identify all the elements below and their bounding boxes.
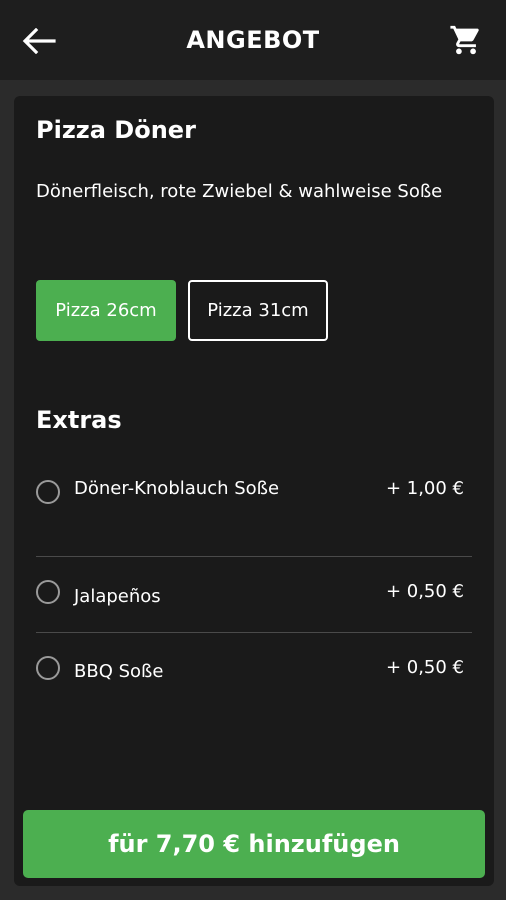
divider	[36, 556, 472, 557]
product-name: Pizza Döner	[36, 116, 196, 144]
extra-item[interactable]: Döner-Knoblauch Soße + 1,00 €	[36, 474, 472, 534]
back-button[interactable]	[20, 22, 58, 60]
arrow-left-icon	[22, 28, 56, 54]
extras-heading: Extras	[36, 406, 122, 434]
size-option-26cm[interactable]: Pizza 26cm	[36, 280, 176, 341]
extra-label: Jalapeños	[74, 586, 161, 607]
cart-button[interactable]	[446, 20, 486, 60]
product-description: Dönerfleisch, rote Zwiebel & wahlweise S…	[36, 181, 443, 202]
app-bar: ANGEBOT	[0, 0, 506, 80]
extra-price: + 1,00 €	[385, 478, 464, 499]
page-title: ANGEBOT	[186, 26, 320, 54]
divider	[36, 632, 472, 633]
size-option-31cm[interactable]: Pizza 31cm	[188, 280, 328, 341]
radio-button[interactable]	[36, 480, 60, 504]
radio-button[interactable]	[36, 656, 60, 680]
extra-label: BBQ Soße	[74, 661, 164, 682]
product-card: Pizza Döner Dönerfleisch, rote Zwiebel &…	[14, 96, 494, 886]
extra-item[interactable]: Jalapeños + 0,50 €	[36, 580, 472, 610]
extra-item[interactable]: BBQ Soße + 0,50 €	[36, 656, 472, 686]
add-to-cart-button[interactable]: für 7,70 € hinzufügen	[23, 810, 485, 878]
extra-price: + 0,50 €	[385, 581, 464, 602]
extra-price: + 0,50 €	[385, 657, 464, 678]
extra-label: Döner-Knoblauch Soße	[74, 478, 280, 499]
radio-button[interactable]	[36, 580, 60, 604]
shopping-cart-icon	[450, 25, 479, 55]
